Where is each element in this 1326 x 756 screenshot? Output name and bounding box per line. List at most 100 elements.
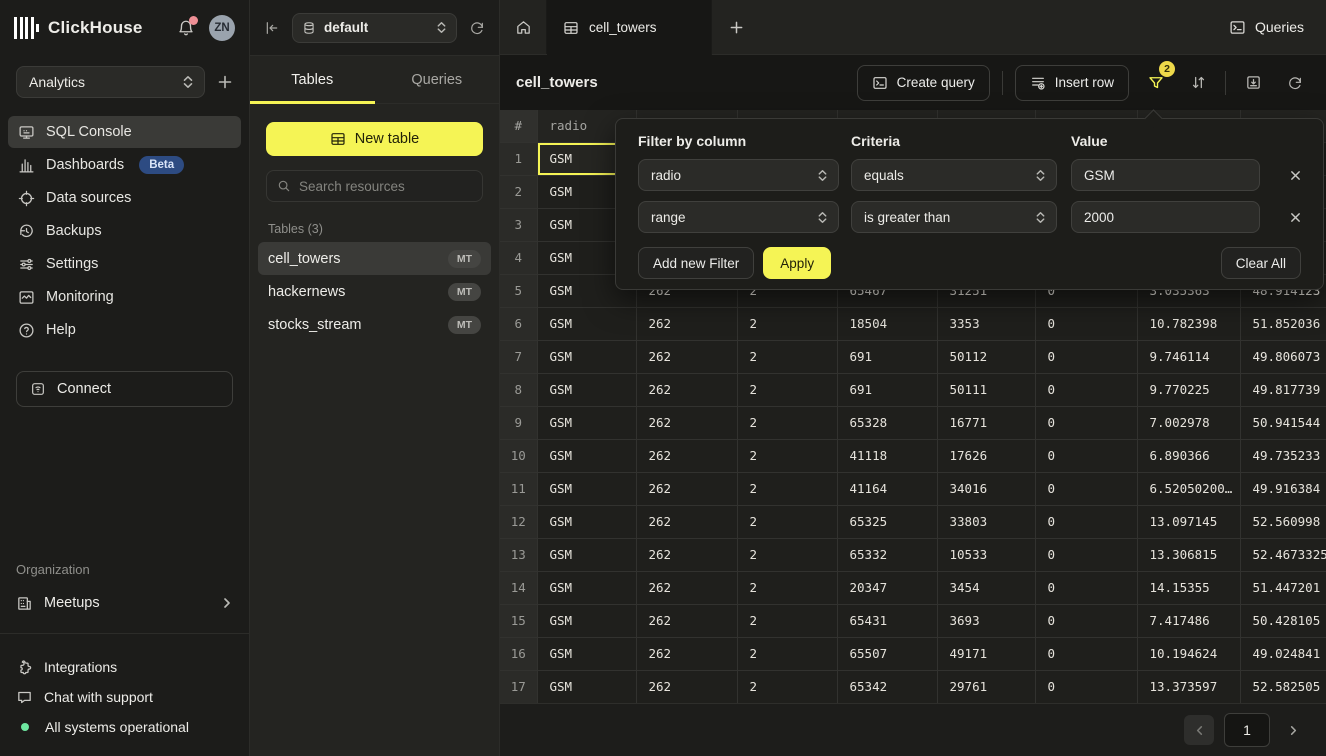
insert-row-button[interactable]: Insert row bbox=[1015, 65, 1129, 101]
cell[interactable]: GSM bbox=[537, 637, 636, 670]
sort-button[interactable] bbox=[1183, 68, 1213, 98]
cell[interactable]: 2 bbox=[737, 472, 837, 505]
cell[interactable]: 2 bbox=[737, 670, 837, 703]
page-number-input[interactable]: 1 bbox=[1224, 713, 1270, 747]
cell[interactable]: GSM bbox=[537, 373, 636, 406]
sidebar-item-integrations[interactable]: Integrations bbox=[16, 652, 233, 682]
remove-filter-button[interactable] bbox=[1290, 212, 1301, 223]
sidebar-item-meetups[interactable]: Meetups bbox=[16, 587, 233, 619]
cell[interactable]: GSM bbox=[537, 505, 636, 538]
cell[interactable]: 65328 bbox=[837, 406, 937, 439]
cell[interactable]: GSM bbox=[537, 670, 636, 703]
cell[interactable]: 262 bbox=[636, 406, 737, 439]
cell[interactable]: 2 bbox=[737, 637, 837, 670]
apply-button[interactable]: Apply bbox=[763, 247, 831, 279]
clear-all-button[interactable]: Clear All bbox=[1221, 247, 1301, 279]
queries-button[interactable]: Queries bbox=[1207, 0, 1326, 54]
filter-column-select[interactable]: radio bbox=[638, 159, 839, 191]
cell[interactable]: 2 bbox=[737, 340, 837, 373]
cell[interactable]: 2 bbox=[737, 439, 837, 472]
refresh-button[interactable] bbox=[1280, 68, 1310, 98]
cell[interactable]: 7.417486 bbox=[1137, 604, 1240, 637]
cell[interactable]: 262 bbox=[636, 538, 737, 571]
cell[interactable]: 52.4673325 bbox=[1240, 538, 1326, 571]
filter-value-input[interactable] bbox=[1071, 201, 1260, 233]
connect-button[interactable]: Connect bbox=[16, 371, 233, 407]
cell[interactable]: 9.746114 bbox=[1137, 340, 1240, 373]
cell[interactable]: 29761 bbox=[937, 670, 1035, 703]
filter-column-select[interactable]: range bbox=[638, 201, 839, 233]
cell[interactable]: 0 bbox=[1035, 637, 1137, 670]
cell[interactable]: 6.52050200… bbox=[1137, 472, 1240, 505]
collapse-left-icon[interactable] bbox=[264, 20, 280, 36]
cell[interactable]: 0 bbox=[1035, 373, 1137, 406]
cell[interactable]: 0 bbox=[1035, 307, 1137, 340]
avatar[interactable]: ZN bbox=[209, 15, 235, 41]
cell[interactable]: 50.428105 bbox=[1240, 604, 1326, 637]
sidebar-item-data-sources[interactable]: Data sources bbox=[8, 182, 241, 214]
add-new-filter-button[interactable]: Add new Filter bbox=[638, 247, 754, 279]
filter-value-input[interactable] bbox=[1071, 159, 1260, 191]
cell[interactable]: 52.582505 bbox=[1240, 670, 1326, 703]
cell[interactable]: 262 bbox=[636, 637, 737, 670]
refresh-icon[interactable] bbox=[469, 20, 485, 36]
cell[interactable]: 3693 bbox=[937, 604, 1035, 637]
sidebar-item-chat-support[interactable]: Chat with support bbox=[16, 682, 233, 712]
cell[interactable]: 49.735233 bbox=[1240, 439, 1326, 472]
cell[interactable]: 2 bbox=[737, 604, 837, 637]
cell[interactable]: 0 bbox=[1035, 439, 1137, 472]
cell[interactable]: 0 bbox=[1035, 406, 1137, 439]
notifications-button[interactable] bbox=[177, 19, 195, 37]
search-input[interactable] bbox=[299, 179, 472, 194]
cell[interactable]: 65431 bbox=[837, 604, 937, 637]
cell[interactable]: GSM bbox=[537, 538, 636, 571]
sidebar-item-dashboards[interactable]: Dashboards Beta bbox=[8, 149, 241, 181]
sidebar-item-help[interactable]: Help bbox=[8, 314, 241, 346]
cell[interactable]: 16771 bbox=[937, 406, 1035, 439]
cell[interactable]: 50111 bbox=[937, 373, 1035, 406]
cell[interactable]: 262 bbox=[636, 505, 737, 538]
cell[interactable]: 17626 bbox=[937, 439, 1035, 472]
cell[interactable]: 0 bbox=[1035, 571, 1137, 604]
cell[interactable]: 3454 bbox=[937, 571, 1035, 604]
cell[interactable]: 2 bbox=[737, 505, 837, 538]
cell[interactable]: 10533 bbox=[937, 538, 1035, 571]
column-header-index[interactable]: # bbox=[500, 110, 537, 142]
cell[interactable]: GSM bbox=[537, 604, 636, 637]
remove-filter-button[interactable] bbox=[1290, 170, 1301, 181]
create-query-button[interactable]: Create query bbox=[857, 65, 990, 101]
cell[interactable]: 51.852036 bbox=[1240, 307, 1326, 340]
cell[interactable]: 49.024841 bbox=[1240, 637, 1326, 670]
sidebar-item-sql-console[interactable]: SQL Console bbox=[8, 116, 241, 148]
filter-button[interactable]: 2 bbox=[1141, 68, 1171, 98]
cell[interactable]: 9.770225 bbox=[1137, 373, 1240, 406]
cell[interactable]: 262 bbox=[636, 670, 737, 703]
cell[interactable]: GSM bbox=[537, 340, 636, 373]
cell[interactable]: 65332 bbox=[837, 538, 937, 571]
cell[interactable]: 262 bbox=[636, 472, 737, 505]
cell[interactable]: 262 bbox=[636, 340, 737, 373]
cell[interactable]: 262 bbox=[636, 373, 737, 406]
cell[interactable]: 2 bbox=[737, 406, 837, 439]
cell[interactable]: 34016 bbox=[937, 472, 1035, 505]
tab-tables[interactable]: Tables bbox=[250, 56, 375, 103]
cell[interactable]: GSM bbox=[537, 571, 636, 604]
cell[interactable]: 49.806073 bbox=[1240, 340, 1326, 373]
cell[interactable]: 0 bbox=[1035, 340, 1137, 373]
sidebar-item-settings[interactable]: Settings bbox=[8, 248, 241, 280]
table-item-hackernews[interactable]: hackernews MT bbox=[258, 275, 491, 308]
cell[interactable]: 65507 bbox=[837, 637, 937, 670]
cell[interactable]: 3353 bbox=[937, 307, 1035, 340]
cell[interactable]: 2 bbox=[737, 373, 837, 406]
cell[interactable]: GSM bbox=[537, 472, 636, 505]
cell[interactable]: 10.194624 bbox=[1137, 637, 1240, 670]
cell[interactable]: 41164 bbox=[837, 472, 937, 505]
filter-criteria-select[interactable]: equals bbox=[851, 159, 1057, 191]
cell[interactable]: 14.15355 bbox=[1137, 571, 1240, 604]
cell[interactable]: 50.941544 bbox=[1240, 406, 1326, 439]
cell[interactable]: 262 bbox=[636, 604, 737, 637]
cell[interactable]: 0 bbox=[1035, 472, 1137, 505]
tab-queries[interactable]: Queries bbox=[375, 56, 500, 103]
database-select[interactable]: default bbox=[292, 13, 457, 43]
filter-criteria-select[interactable]: is greater than bbox=[851, 201, 1057, 233]
